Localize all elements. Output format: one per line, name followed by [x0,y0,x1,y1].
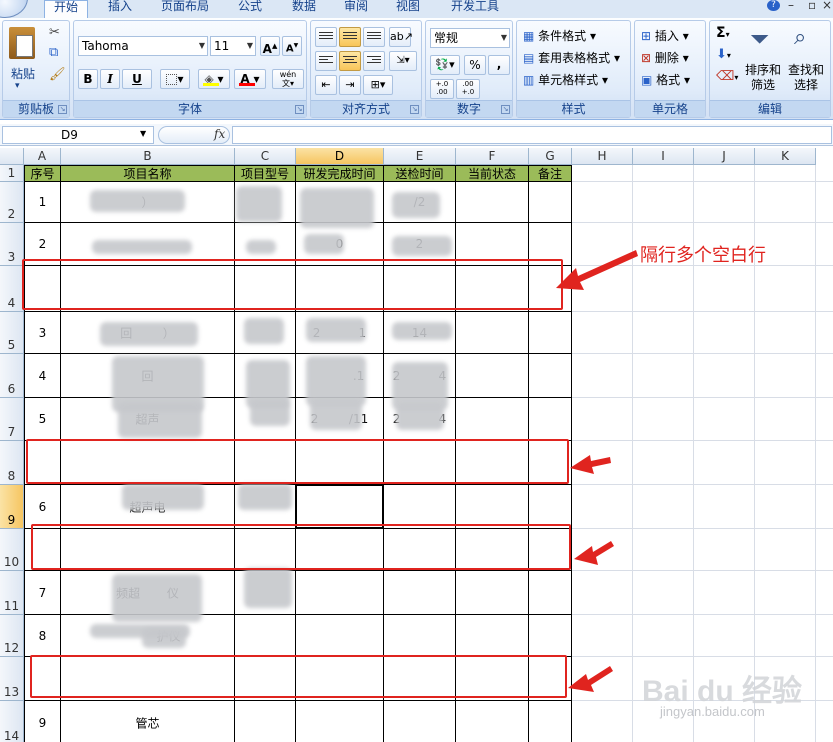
annotation-arrow-4 [568,666,613,692]
annotation-arrow-2 [570,455,611,474]
annotation-arrow-1 [556,250,638,290]
annotation-arrows [556,250,638,692]
annotation-arrow-3 [574,541,614,565]
annotation-label: 隔行多个空白行 [640,245,766,266]
watermark-url: jingyan.baidu.com [660,704,765,719]
